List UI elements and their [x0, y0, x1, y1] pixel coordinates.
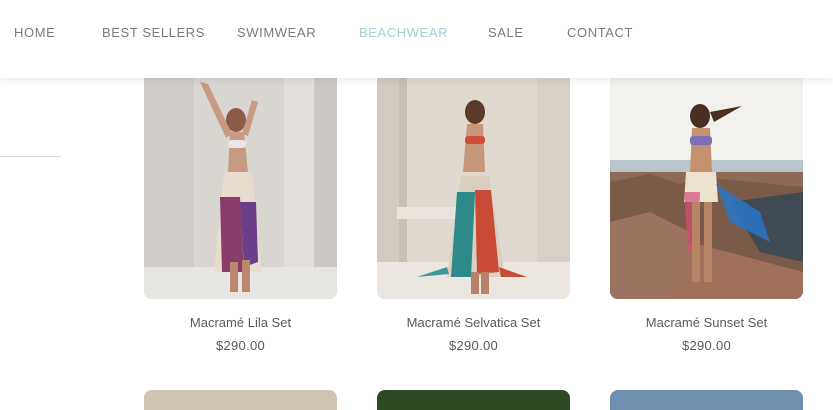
product-price: $290.00: [681, 338, 732, 353]
product-image-selvatica[interactable]: [377, 72, 570, 299]
product-image-lila[interactable]: [144, 72, 337, 299]
product-name[interactable]: Macramé Sunset Set: [610, 315, 803, 330]
nav-sale[interactable]: SALE: [488, 25, 524, 40]
product-image-partial[interactable]: [610, 390, 803, 410]
product-name[interactable]: Macramé Selvatica Set: [377, 315, 570, 330]
product-card-lila[interactable]: Macramé Lila Set $290.00: [144, 72, 337, 353]
top-navigation: HOME BEST SELLERS SWIMWEAR BEACHWEAR SAL…: [0, 0, 833, 78]
product-card-sunset[interactable]: Macramé Sunset Set $290.00: [610, 72, 803, 353]
nav-beachwear[interactable]: BEACHWEAR: [359, 25, 448, 40]
nav-best-sellers[interactable]: BEST SELLERS: [102, 25, 205, 40]
product-price: $290.00: [448, 338, 499, 353]
product-image-partial[interactable]: [377, 390, 570, 410]
sidebar-divider: [0, 156, 61, 157]
product-name[interactable]: Macramé Lila Set: [144, 315, 337, 330]
nav-home[interactable]: HOME: [14, 25, 55, 40]
product-image-sunset[interactable]: [610, 72, 803, 299]
product-price: $290.00: [215, 338, 266, 353]
product-image-partial[interactable]: [144, 390, 337, 410]
product-card-selvatica[interactable]: Macramé Selvatica Set $290.00: [377, 72, 570, 353]
nav-swimwear[interactable]: SWIMWEAR: [237, 25, 316, 40]
nav-contact[interactable]: CONTACT: [567, 25, 633, 40]
